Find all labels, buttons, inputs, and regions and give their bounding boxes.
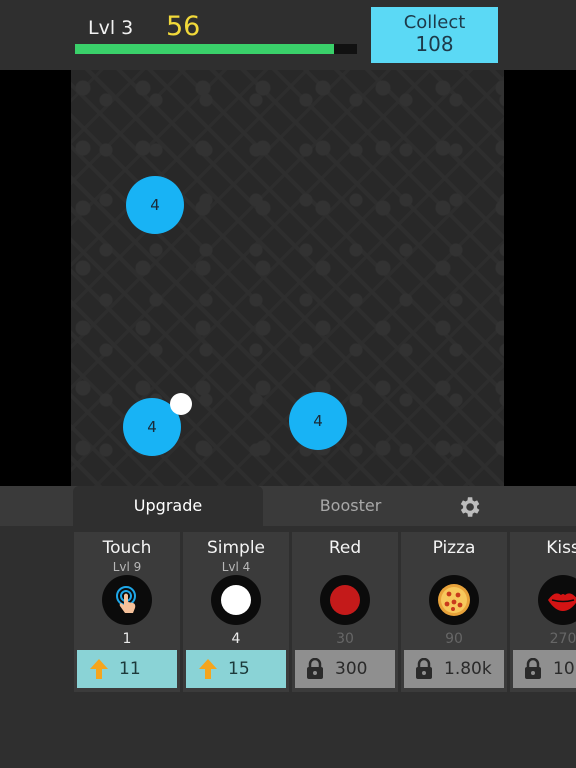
blue-ball: 4 bbox=[289, 392, 347, 450]
card-count: 90 bbox=[445, 631, 463, 647]
ball-value: 4 bbox=[313, 412, 323, 430]
ball-value: 4 bbox=[147, 418, 157, 436]
collect-value: 108 bbox=[415, 32, 454, 56]
card-icon-frame bbox=[320, 575, 370, 625]
gear-icon[interactable] bbox=[456, 494, 482, 520]
card-name: Touch bbox=[102, 538, 152, 558]
unlock-cost: 300 bbox=[335, 659, 368, 679]
blue-ball: 4 bbox=[126, 176, 184, 234]
locked-button[interactable]: 10.8 bbox=[513, 650, 576, 688]
level-label: Lvl 3 bbox=[88, 17, 134, 39]
arrow-up-icon bbox=[199, 659, 217, 679]
card-count: 270 bbox=[549, 631, 576, 647]
pizza-icon bbox=[438, 584, 470, 616]
unlock-cost: 1.80k bbox=[444, 659, 492, 679]
card-name: Kiss bbox=[546, 538, 576, 558]
card-count: 30 bbox=[336, 631, 354, 647]
xp-progress-fill bbox=[75, 44, 335, 54]
collect-label: Collect bbox=[403, 12, 466, 33]
card-name: Simple bbox=[206, 538, 266, 558]
buy-cost: 15 bbox=[228, 659, 250, 679]
card-count: 1 bbox=[122, 631, 132, 647]
buy-button[interactable]: 11 bbox=[77, 650, 177, 688]
white-ball bbox=[170, 393, 192, 415]
lips-icon bbox=[548, 593, 576, 611]
xp-progress-bar bbox=[75, 44, 357, 54]
buy-button[interactable]: 15 bbox=[186, 650, 286, 688]
game-field[interactable]: 4 4 4 bbox=[71, 70, 504, 486]
unlock-cost: 10.8 bbox=[553, 659, 576, 679]
upgrade-card-touch[interactable]: Touch Lvl 9 1 11 bbox=[74, 532, 180, 692]
top-bar: Lvl 3 56 Collect 108 bbox=[0, 0, 576, 70]
score-value: 56 bbox=[166, 11, 201, 42]
upgrade-card-simple[interactable]: Simple Lvl 4 4 15 bbox=[183, 532, 289, 692]
card-icon-frame bbox=[429, 575, 479, 625]
card-inner: Kiss 270 10.8 bbox=[510, 532, 576, 692]
buy-cost: 11 bbox=[119, 659, 141, 679]
collect-button[interactable]: Collect 108 bbox=[371, 7, 498, 63]
arrow-up-icon bbox=[90, 659, 108, 679]
lock-icon bbox=[525, 658, 541, 679]
card-level: Lvl 9 bbox=[112, 560, 142, 574]
locked-button[interactable]: 1.80k bbox=[404, 650, 504, 688]
tab-strip: Upgrade Booster bbox=[0, 486, 576, 526]
ball-value: 4 bbox=[150, 196, 160, 214]
red-ball-icon bbox=[330, 585, 360, 615]
locked-button[interactable]: 300 bbox=[295, 650, 395, 688]
card-icon-frame bbox=[102, 575, 152, 625]
upgrade-card-kiss[interactable]: Kiss 270 10.8 bbox=[510, 532, 576, 692]
upgrade-panel: Upgrade Booster Touch Lvl 9 1 11 Simple … bbox=[0, 486, 576, 768]
lock-icon bbox=[307, 658, 323, 679]
lock-icon bbox=[416, 658, 432, 679]
card-icon-frame bbox=[211, 575, 261, 625]
card-count: 4 bbox=[231, 631, 241, 647]
white-ball-icon bbox=[221, 585, 251, 615]
upgrade-card-pizza[interactable]: Pizza 90 1.80k bbox=[401, 532, 507, 692]
tab-booster[interactable]: Booster bbox=[263, 486, 438, 526]
upgrade-card-red[interactable]: Red 30 300 bbox=[292, 532, 398, 692]
tab-upgrade[interactable]: Upgrade bbox=[73, 486, 263, 526]
card-name: Pizza bbox=[432, 538, 476, 558]
card-icon-frame bbox=[538, 575, 576, 625]
card-name: Red bbox=[328, 538, 362, 558]
card-level: Lvl 4 bbox=[221, 560, 251, 574]
touch-icon bbox=[116, 586, 136, 613]
